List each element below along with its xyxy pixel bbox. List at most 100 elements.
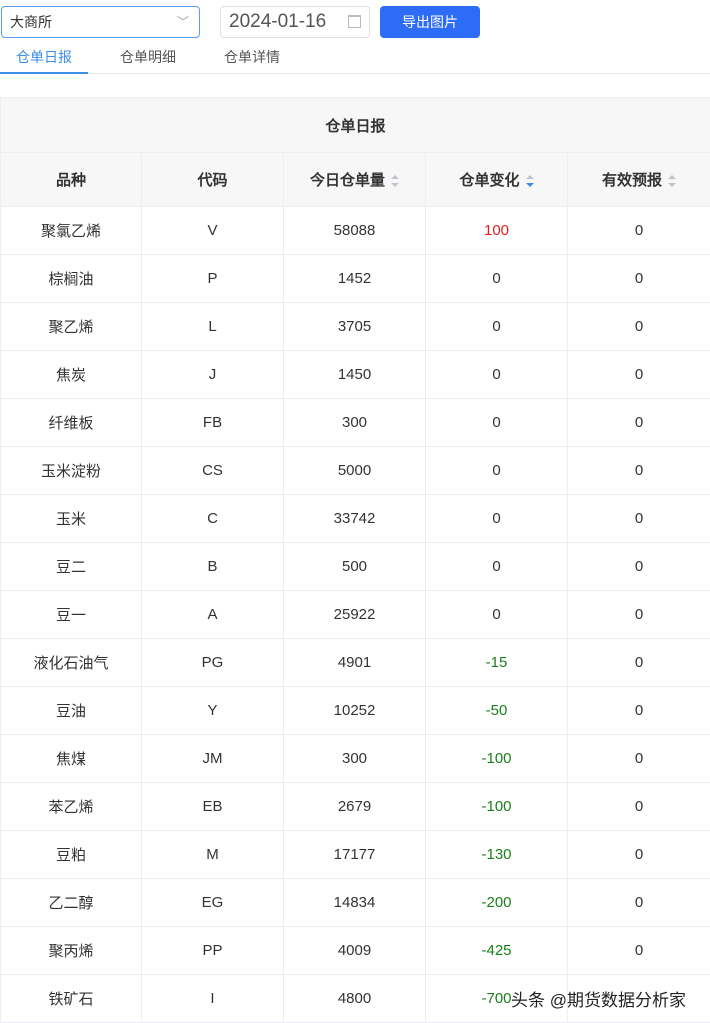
tab-info[interactable]: 仓单详情	[208, 40, 296, 74]
header-today-volume[interactable]: 今日仓单量	[283, 152, 426, 207]
table-row: 豆油 Y 10252 -50 0	[0, 686, 710, 735]
table-row: 豆二 B 500 0 0	[0, 542, 710, 591]
export-image-button[interactable]: 导出图片	[380, 6, 480, 38]
table-row: 聚氯乙烯 V 58088 100 0	[0, 206, 710, 255]
cell-change: -200	[425, 878, 568, 927]
cell-code: FB	[141, 398, 284, 447]
cell-change: -50	[425, 686, 568, 735]
tab-detail[interactable]: 仓单明细	[104, 40, 192, 74]
cell-today-volume: 300	[283, 734, 426, 783]
cell-code: Y	[141, 686, 284, 735]
tab-bar: 仓单日报 仓单明细 仓单详情	[0, 40, 710, 74]
cell-change: 0	[425, 494, 568, 543]
cell-change: -130	[425, 830, 568, 879]
cell-forecast: 0	[567, 494, 710, 543]
header-variety: 品种	[0, 152, 142, 207]
cell-variety: 聚乙烯	[0, 302, 142, 351]
table-row: 棕榈油 P 1452 0 0	[0, 254, 710, 303]
cell-change: 100	[425, 206, 568, 255]
date-value: 2024-01-16	[229, 11, 327, 32]
cell-forecast: 0	[567, 686, 710, 735]
cell-today-volume: 1452	[283, 254, 426, 303]
watermark: 头条 @期货数据分析家	[511, 991, 686, 1010]
cell-forecast: 0	[567, 782, 710, 831]
exchange-value: 大商所	[10, 14, 52, 30]
cell-forecast: 0	[567, 926, 710, 975]
cell-code: A	[141, 590, 284, 639]
cell-today-volume: 300	[283, 398, 426, 447]
cell-change: 0	[425, 350, 568, 399]
cell-today-volume: 4009	[283, 926, 426, 975]
cell-change: 0	[425, 254, 568, 303]
cell-code: V	[141, 206, 284, 255]
cell-forecast: 0	[567, 254, 710, 303]
cell-variety: 豆二	[0, 542, 142, 591]
sort-icon[interactable]	[668, 175, 676, 188]
sort-icon[interactable]	[391, 175, 399, 188]
cell-change: 0	[425, 398, 568, 447]
cell-change: 0	[425, 590, 568, 639]
cell-today-volume: 25922	[283, 590, 426, 639]
date-picker[interactable]: 2024-01-16	[220, 6, 370, 38]
cell-today-volume: 3705	[283, 302, 426, 351]
cell-code: EG	[141, 878, 284, 927]
header-forecast[interactable]: 有效预报	[567, 152, 710, 207]
cell-code: CS	[141, 446, 284, 495]
cell-today-volume: 4901	[283, 638, 426, 687]
cell-variety: 聚丙烯	[0, 926, 142, 975]
cell-forecast: 0	[567, 734, 710, 783]
cell-change: -100	[425, 782, 568, 831]
cell-variety: 液化石油气	[0, 638, 142, 687]
cell-today-volume: 2679	[283, 782, 426, 831]
cell-code: JM	[141, 734, 284, 783]
cell-variety: 焦煤	[0, 734, 142, 783]
cell-code: PG	[141, 638, 284, 687]
sort-desc-icon[interactable]	[525, 175, 534, 188]
cell-code: J	[141, 350, 284, 399]
chevron-down-icon: ﹀	[176, 15, 189, 29]
cell-today-volume: 17177	[283, 830, 426, 879]
table-row: 苯乙烯 EB 2679 -100 0	[0, 782, 710, 831]
cell-today-volume: 14834	[283, 878, 426, 927]
table-row: 聚乙烯 L 3705 0 0	[0, 302, 710, 351]
cell-forecast: 0	[567, 398, 710, 447]
cell-variety: 豆一	[0, 590, 142, 639]
table-row: 纤维板 FB 300 0 0	[0, 398, 710, 447]
cell-variety: 豆油	[0, 686, 142, 735]
cell-forecast: 0	[567, 350, 710, 399]
cell-code: B	[141, 542, 284, 591]
toolbar: 大商所 ﹀ 2024-01-16 导出图片	[0, 6, 710, 38]
table-row: 乙二醇 EG 14834 -200 0	[0, 878, 710, 927]
table-title: 仓单日报	[0, 97, 710, 153]
cell-forecast: 0	[567, 830, 710, 879]
cell-variety: 乙二醇	[0, 878, 142, 927]
header-change[interactable]: 仓单变化	[425, 152, 568, 207]
cell-variety: 豆粕	[0, 830, 142, 879]
tab-daily-report[interactable]: 仓单日报	[0, 40, 88, 74]
calendar-icon	[348, 15, 361, 28]
cell-forecast: 0	[567, 302, 710, 351]
cell-today-volume: 5000	[283, 446, 426, 495]
cell-code: C	[141, 494, 284, 543]
cell-variety: 纤维板	[0, 398, 142, 447]
cell-today-volume: 33742	[283, 494, 426, 543]
table-row: 玉米 C 33742 0 0	[0, 494, 710, 543]
table-row: 聚丙烯 PP 4009 -425 0	[0, 926, 710, 975]
exchange-select[interactable]: 大商所 ﹀	[1, 6, 200, 38]
cell-code: PP	[141, 926, 284, 975]
header-code: 代码	[141, 152, 284, 207]
cell-change: -425	[425, 926, 568, 975]
cell-variety: 苯乙烯	[0, 782, 142, 831]
cell-change: -15	[425, 638, 568, 687]
cell-variety: 玉米	[0, 494, 142, 543]
cell-forecast: 0	[567, 878, 710, 927]
cell-today-volume: 4800	[283, 974, 426, 1023]
cell-change: 0	[425, 446, 568, 495]
cell-variety: 聚氯乙烯	[0, 206, 142, 255]
cell-code: L	[141, 302, 284, 351]
warehouse-receipt-table: 仓单日报 品种 代码 今日仓单量 仓单变化 有效预报 聚氯乙烯 V 58088 100…	[0, 97, 710, 1023]
cell-forecast: 0	[567, 446, 710, 495]
cell-variety: 玉米淀粉	[0, 446, 142, 495]
cell-variety: 焦炭	[0, 350, 142, 399]
cell-today-volume: 10252	[283, 686, 426, 735]
